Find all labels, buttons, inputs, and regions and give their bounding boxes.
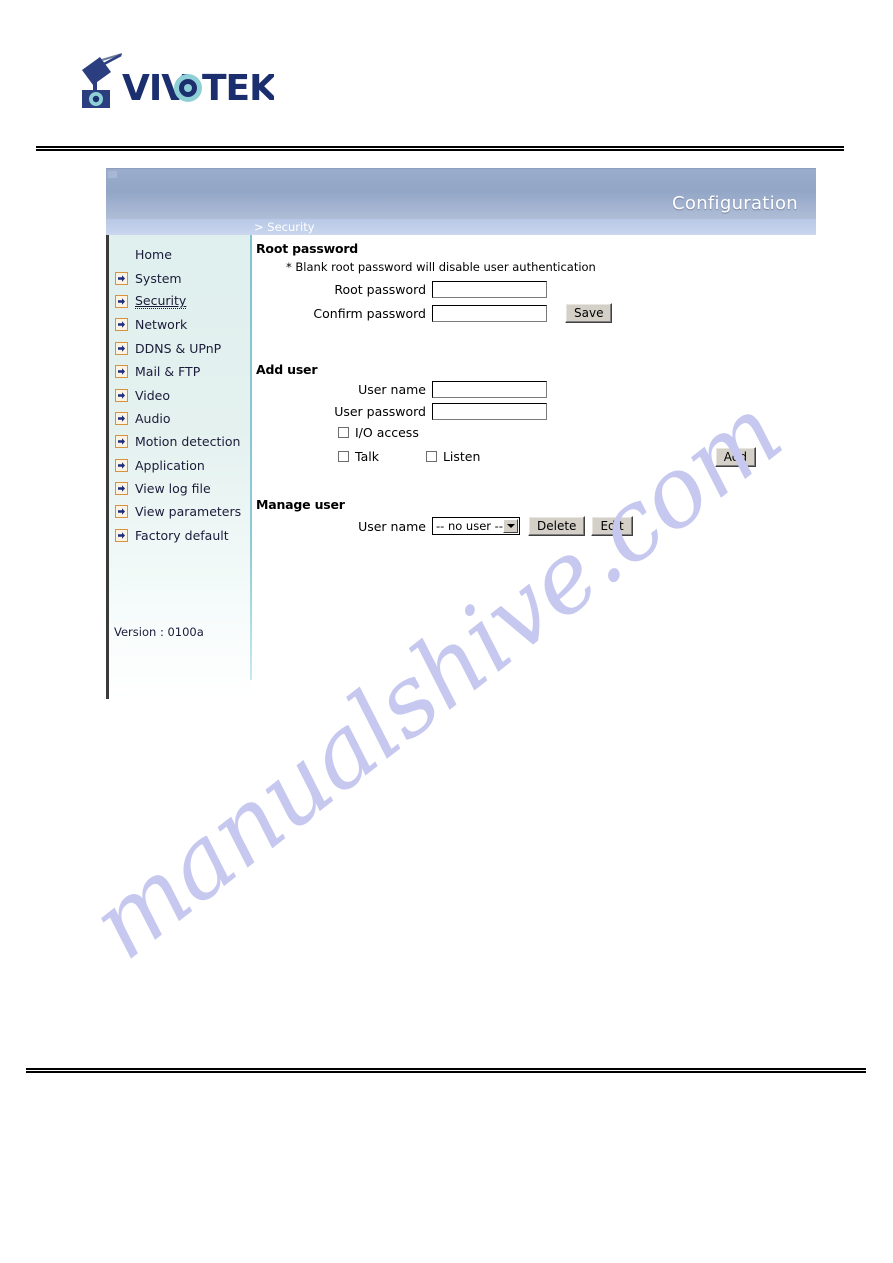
add-userpassword-input[interactable] bbox=[432, 403, 547, 420]
delete-user-button[interactable]: Delete bbox=[528, 516, 586, 536]
arrow-right-icon bbox=[115, 294, 128, 308]
arrow-right-icon bbox=[115, 271, 128, 285]
arrow-right-icon bbox=[115, 528, 128, 542]
bottom-divider-rule bbox=[26, 1068, 866, 1073]
sidebar-list: Home System Security Network DDNS & UPnP Mail… bbox=[109, 235, 250, 547]
talk-label: Talk bbox=[355, 449, 379, 464]
camera-logo-icon: VIV TEK bbox=[82, 53, 279, 109]
talk-checkbox[interactable] bbox=[338, 451, 349, 462]
sidebar-item-view-log-file[interactable]: View log file bbox=[109, 477, 250, 500]
arrow-right-icon bbox=[115, 505, 128, 519]
io-access-checkbox[interactable] bbox=[338, 427, 349, 438]
sidebar-item-mail-ftp[interactable]: Mail & FTP bbox=[109, 360, 250, 383]
settings-content: Root password * Blank root password will… bbox=[252, 235, 816, 541]
add-username-label: User name bbox=[358, 382, 426, 397]
root-password-input[interactable] bbox=[432, 281, 547, 298]
no-icon bbox=[115, 248, 128, 261]
arrow-right-icon bbox=[115, 435, 128, 449]
chevron-down-icon[interactable] bbox=[503, 519, 518, 533]
root-password-note: * Blank root password will disable user … bbox=[286, 260, 596, 274]
sidebar-item-label: Mail & FTP bbox=[135, 364, 201, 380]
manage-username-select[interactable]: -- no user -- bbox=[432, 517, 520, 535]
manage-username-selected: -- no user -- bbox=[436, 519, 503, 533]
firmware-version: Version : 0100a bbox=[114, 625, 204, 639]
manage-username-label: User name bbox=[358, 518, 426, 534]
root-password-heading: Root password bbox=[256, 241, 359, 256]
window-titlebar: Configuration bbox=[106, 168, 816, 219]
confirm-password-input[interactable] bbox=[432, 304, 547, 322]
arrow-right-icon bbox=[115, 365, 128, 379]
titlebar-notch bbox=[108, 171, 117, 178]
section-spacer-2 bbox=[256, 473, 816, 497]
vivotek-logo: VIV TEK bbox=[74, 52, 279, 109]
sidebar-item-label: Factory default bbox=[135, 527, 229, 543]
io-access-row: I/O access bbox=[256, 425, 816, 440]
confirm-password-row: Confirm password Save bbox=[256, 303, 816, 323]
manage-username-row: User name -- no user -- Delete Edit bbox=[256, 516, 816, 536]
sidebar-item-view-parameters[interactable]: View parameters bbox=[109, 500, 250, 523]
confirm-password-label: Confirm password bbox=[313, 305, 426, 321]
sidebar-item-label: Home bbox=[135, 247, 172, 263]
sidebar-item-system[interactable]: System bbox=[109, 266, 250, 289]
add-user-heading: Add user bbox=[256, 362, 318, 377]
add-userpassword-label: User password bbox=[334, 404, 426, 419]
arrow-right-icon bbox=[115, 318, 128, 332]
sidebar-item-label: Motion detection bbox=[135, 434, 241, 450]
sidebar-item-label: Application bbox=[135, 457, 205, 473]
add-userpassword-row: User password bbox=[256, 403, 816, 420]
sidebar-item-ddns-upnp[interactable]: DDNS & UPnP bbox=[109, 337, 250, 360]
talk-listen-row: Talk Listen Add bbox=[256, 446, 816, 467]
sidebar-nav: Home System Security Network DDNS & UPnP Mail… bbox=[106, 235, 250, 699]
breadcrumb-bar: > Security bbox=[106, 219, 816, 235]
sidebar-item-factory-default[interactable]: Factory default bbox=[109, 524, 250, 547]
sidebar-item-label: Audio bbox=[135, 410, 171, 426]
page-title: Configuration bbox=[672, 193, 798, 214]
arrow-right-icon bbox=[115, 388, 128, 402]
sidebar-item-label: View parameters bbox=[135, 504, 242, 520]
window-body: Home System Security Network DDNS & UPnP Mail… bbox=[106, 235, 816, 699]
sidebar-item-motion-detection[interactable]: Motion detection bbox=[109, 430, 250, 453]
top-divider-rule bbox=[36, 146, 844, 151]
arrow-right-icon bbox=[115, 341, 128, 355]
sidebar-item-label: DDNS & UPnP bbox=[135, 340, 222, 356]
arrow-right-icon bbox=[115, 411, 128, 425]
edit-user-button[interactable]: Edit bbox=[591, 516, 633, 536]
manage-user-heading: Manage user bbox=[256, 497, 345, 512]
arrow-right-icon bbox=[115, 458, 128, 472]
sidebar-item-security[interactable]: Security bbox=[109, 290, 250, 313]
svg-text:TEK: TEK bbox=[202, 68, 274, 108]
sidebar-item-video[interactable]: Video bbox=[109, 383, 250, 406]
save-button[interactable]: Save bbox=[565, 303, 613, 323]
sidebar-item-label: Network bbox=[135, 317, 188, 333]
root-password-row: Root password bbox=[256, 281, 816, 298]
listen-checkbox[interactable] bbox=[425, 451, 437, 462]
sidebar-item-label: View log file bbox=[135, 481, 211, 497]
sidebar-item-audio[interactable]: Audio bbox=[109, 407, 250, 430]
add-user-button[interactable]: Add bbox=[714, 447, 756, 467]
configuration-window: Configuration > Security Home System Secur… bbox=[106, 168, 816, 699]
add-username-input[interactable] bbox=[432, 381, 547, 398]
sidebar-item-application[interactable]: Application bbox=[109, 454, 250, 477]
sidebar-item-home[interactable]: Home bbox=[109, 243, 250, 266]
add-button-wrap: Add bbox=[714, 446, 816, 467]
sidebar-item-network[interactable]: Network bbox=[109, 313, 250, 336]
add-username-row: User name bbox=[256, 381, 816, 398]
io-access-label: I/O access bbox=[355, 425, 419, 440]
sidebar-item-label: Video bbox=[135, 387, 171, 403]
sidebar-item-label: System bbox=[135, 270, 182, 286]
breadcrumb: > Security bbox=[254, 220, 315, 234]
arrow-right-icon bbox=[115, 482, 128, 496]
sidebar-item-label: Security bbox=[135, 293, 187, 310]
root-password-label: Root password bbox=[334, 282, 426, 297]
listen-label: Listen bbox=[442, 449, 481, 464]
